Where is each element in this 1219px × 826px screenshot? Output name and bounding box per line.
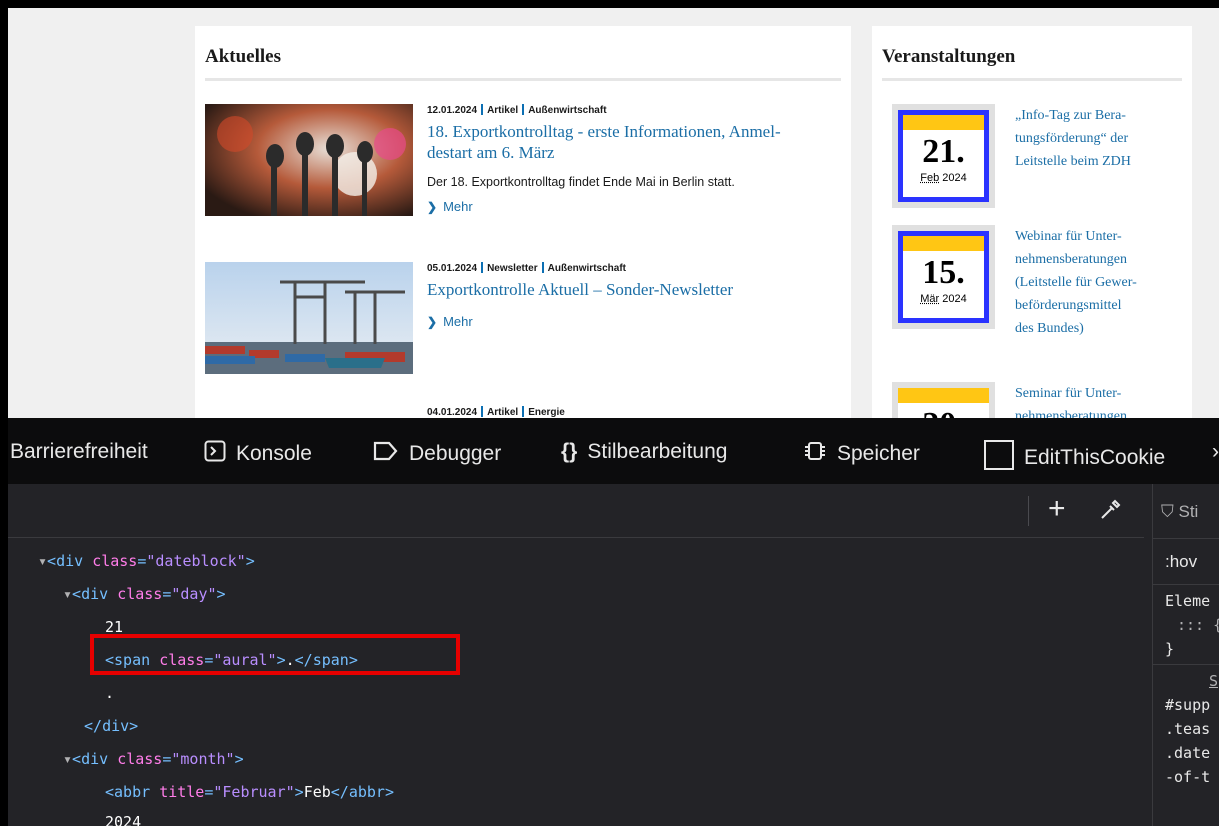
- eyedropper-icon[interactable]: [1098, 498, 1122, 527]
- inspector-toolbar: +: [8, 484, 1144, 538]
- page-viewport: Aktuelles 12.01.2024 Artikel Außenwirtsc…: [8, 8, 1219, 418]
- date-block: 15. Mär 2024: [892, 225, 995, 329]
- memory-icon: [803, 440, 827, 468]
- rule-selector: .teas: [1165, 720, 1211, 738]
- tree-text-node[interactable]: .: [105, 682, 114, 704]
- rule-selector: #supp: [1165, 696, 1211, 714]
- news-description: Der 18. Exportkontrolltag findet Ende Ma…: [427, 175, 735, 189]
- tree-node-dateblock[interactable]: ▾<div class="dateblock">: [38, 550, 255, 572]
- chevron-right-icon: ❯: [427, 315, 438, 329]
- tree-node-abbr[interactable]: <abbr title="Februar">Feb</abbr>: [105, 781, 394, 803]
- chevron-right-icon: ❯: [427, 200, 438, 214]
- tree-node-day[interactable]: ▾<div class="day">: [63, 583, 226, 605]
- event-month: Mär 2024: [920, 293, 967, 305]
- event-title-link[interactable]: „Info-Tag zur Bera- tungsförderung“ der …: [1015, 104, 1185, 173]
- news-meta: 12.01.2024 Artikel Außenwirtschaft: [427, 104, 607, 116]
- debugger-icon: [373, 440, 399, 468]
- tab-debugger[interactable]: Debugger: [373, 440, 501, 468]
- rule-source-link[interactable]: S: [1209, 672, 1218, 690]
- event-title-link[interactable]: Seminar für Unter- nehmensberatungen: [1015, 382, 1185, 418]
- cookie-icon: [984, 440, 1014, 476]
- rule-brace: }: [1165, 640, 1175, 658]
- news-title: Aktuelles: [205, 26, 841, 81]
- tab-memory[interactable]: Speicher: [803, 440, 920, 468]
- filter-styles[interactable]: ⛉ Sti: [1161, 502, 1198, 522]
- tree-node-closing-div[interactable]: </div>: [84, 715, 138, 737]
- date-block: 20.: [892, 382, 995, 418]
- events-panel: Veranstaltungen 21. Feb 2024 „Info-Tag z…: [872, 26, 1192, 418]
- microphones-image[interactable]: [205, 104, 413, 216]
- rule-selector: .date: [1165, 744, 1211, 762]
- tree-node-month[interactable]: ▾<div class="month">: [63, 748, 244, 770]
- event-title-link[interactable]: Webinar für Unter- nehmensberatungen (Le…: [1015, 225, 1185, 340]
- devtools-tab-bar: Barrierefreiheit Konsole Debugger {} Sti…: [8, 418, 1219, 484]
- more-link[interactable]: ❯ Mehr: [427, 314, 847, 329]
- rule-selector: -of-t: [1165, 768, 1211, 786]
- console-icon: [204, 440, 226, 468]
- news-title-link[interactable]: Exportkontrolle Aktuell – Sonder-Newslet…: [427, 279, 847, 300]
- news-meta: 04.01.2024 Artikel Energie: [427, 406, 565, 418]
- event-day: 21.: [922, 133, 965, 170]
- event-day: 20.: [898, 405, 989, 418]
- event-month: Feb 2024: [920, 172, 967, 184]
- more-tabs-icon[interactable]: ›: [1212, 440, 1219, 464]
- harbor-cranes-image[interactable]: [205, 262, 413, 374]
- more-link[interactable]: ❯ Mehr: [427, 199, 847, 214]
- app-window: Aktuelles 12.01.2024 Artikel Außenwirtsc…: [0, 0, 1219, 826]
- rule-brace: ::: {: [1177, 616, 1219, 634]
- highlight-annotation: [90, 634, 460, 675]
- filter-icon: ⛉: [1161, 502, 1174, 521]
- rules-panel: ⛉ Sti :hov Eleme ::: { } S #supp .teas .…: [1152, 484, 1219, 826]
- news-title-link[interactable]: 18. Exportkontrolltag - erste Informatio…: [427, 121, 847, 163]
- tree-text-node[interactable]: 2024: [105, 811, 141, 826]
- tab-editthiscookie[interactable]: EditThisCookie: [984, 440, 1165, 476]
- event-day: 15.: [922, 254, 965, 291]
- hov-toggle[interactable]: :hov: [1165, 552, 1197, 572]
- devtools-panel: + ▾<div class="dateblock"> ▾<div class="…: [8, 484, 1219, 826]
- news-meta: 05.01.2024 Newsletter Außenwirtschaft: [427, 262, 626, 274]
- tab-console[interactable]: Konsole: [204, 440, 312, 468]
- tab-style-editor[interactable]: {} Stilbearbeitung: [561, 440, 727, 464]
- events-title: Veranstaltungen: [882, 26, 1182, 81]
- date-block: 21. Feb 2024: [892, 104, 995, 208]
- news-panel: Aktuelles 12.01.2024 Artikel Außenwirtsc…: [195, 26, 851, 418]
- markup-tree: ▾<div class="dateblock"> ▾<div class="da…: [8, 539, 1144, 826]
- tab-accessibility[interactable]: Barrierefreiheit: [10, 440, 148, 464]
- add-node-icon[interactable]: +: [1048, 492, 1066, 526]
- style-editor-icon: {}: [561, 440, 578, 463]
- element-rule: Eleme: [1165, 592, 1211, 610]
